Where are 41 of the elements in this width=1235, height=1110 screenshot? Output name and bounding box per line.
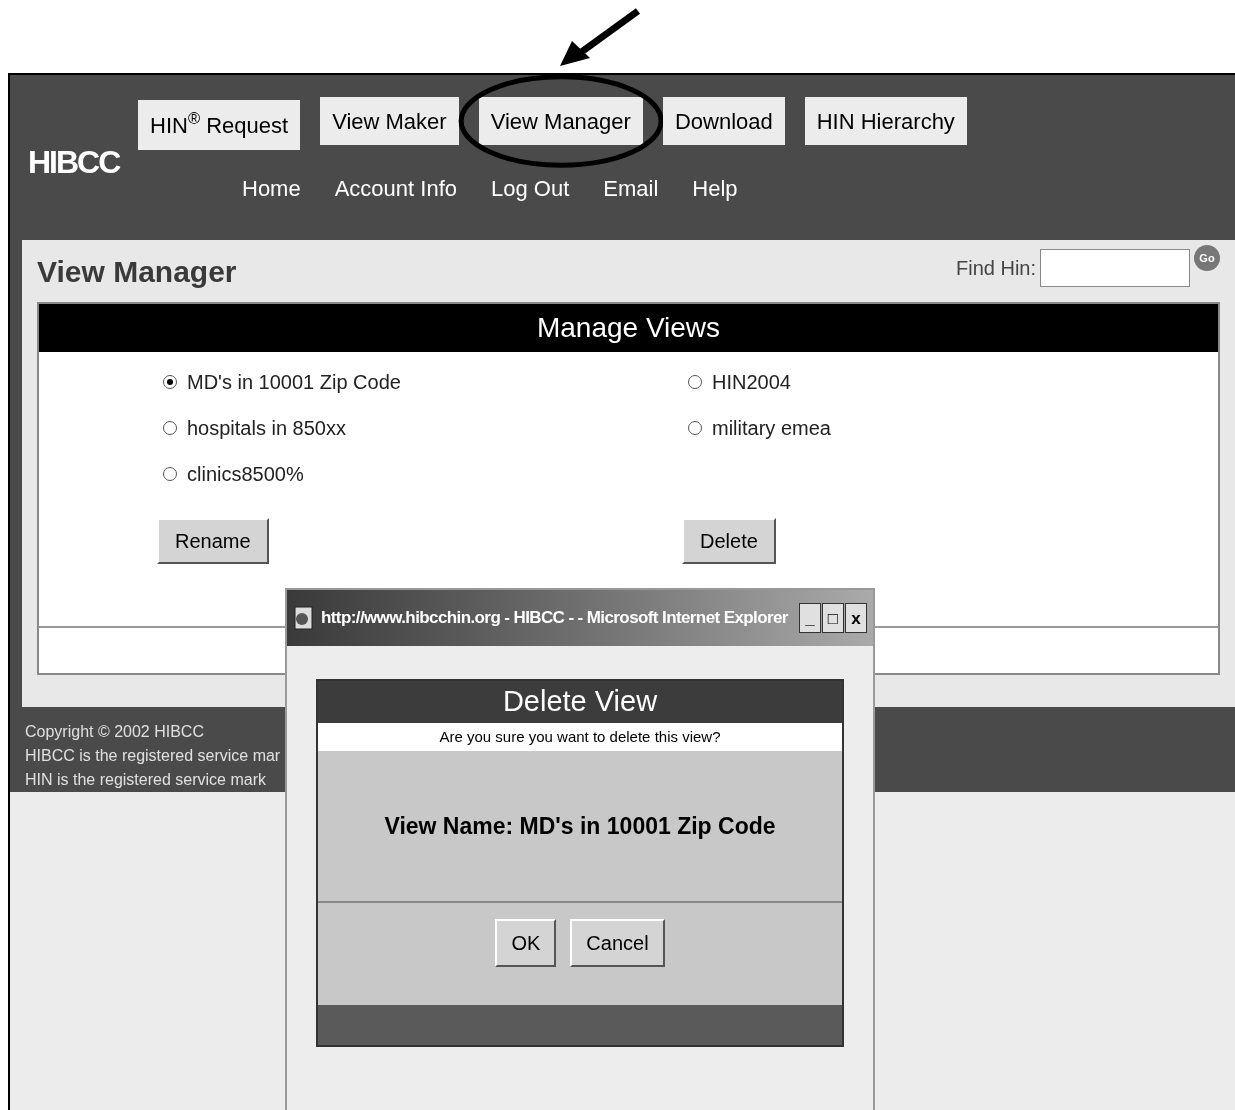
radio-button[interactable]: [163, 375, 177, 389]
view-label[interactable]: MD's in 10001 Zip Code: [187, 367, 401, 397]
nav-link[interactable]: Home: [242, 172, 301, 205]
go-button[interactable]: Go: [1194, 245, 1220, 271]
view-name: View Name: MD's in 10001 Zip Code: [318, 751, 842, 903]
popup-title: http://www.hibcchin.org - HIBCC - - Microsoft Internet Explorer: [321, 607, 789, 630]
view-label[interactable]: hospitals in 850xx: [187, 413, 346, 443]
find-label: Find Hin:: [955, 256, 1036, 281]
radio-button[interactable]: [688, 375, 702, 389]
panel-title: Manage Views: [39, 304, 1218, 352]
page-icon: [293, 606, 315, 630]
nav-link[interactable]: Account Info: [334, 172, 457, 205]
footer-text: HIBCC is the registered service mar: [25, 746, 281, 766]
dialog-heading: Delete View: [318, 681, 842, 723]
nav-link[interactable]: Log Out: [491, 172, 570, 205]
dialog-question: Are you sure you want to delete this view?: [318, 723, 842, 751]
view-label[interactable]: military emea: [712, 413, 831, 443]
maximize-button[interactable]: □: [822, 603, 844, 633]
minimize-button[interactable]: _: [799, 603, 821, 633]
footer-text: Copyright © 2002 HIBCC: [25, 722, 204, 742]
cancel-button[interactable]: Cancel: [570, 919, 665, 967]
find-hin-field[interactable]: [1040, 249, 1190, 287]
nav-link[interactable]: Help: [692, 172, 738, 205]
close-button[interactable]: x: [845, 603, 867, 633]
ok-button[interactable]: OK: [495, 919, 557, 967]
logo: HIBCC: [28, 146, 120, 178]
page-title: View Manager: [37, 253, 237, 290]
nav-button[interactable]: View Manager: [478, 97, 643, 145]
nav-button[interactable]: HIN Hierarchy: [804, 97, 967, 145]
delete-button[interactable]: Delete: [682, 518, 776, 564]
rename-button[interactable]: Rename: [157, 518, 269, 564]
view-label[interactable]: HIN2004: [712, 367, 791, 397]
view-label[interactable]: clinics8500%: [187, 459, 304, 489]
radio-button[interactable]: [163, 467, 177, 481]
nav-link[interactable]: Email: [603, 172, 659, 205]
radio-button[interactable]: [688, 421, 702, 435]
nav-button[interactable]: HIN$^{®}$ Request: [138, 100, 301, 150]
footer-text: HIN is the registered service mark: [25, 770, 266, 790]
nav-button[interactable]: Download: [662, 97, 785, 145]
radio-button[interactable]: [163, 421, 177, 435]
nav-button[interactable]: View Maker: [320, 97, 459, 145]
